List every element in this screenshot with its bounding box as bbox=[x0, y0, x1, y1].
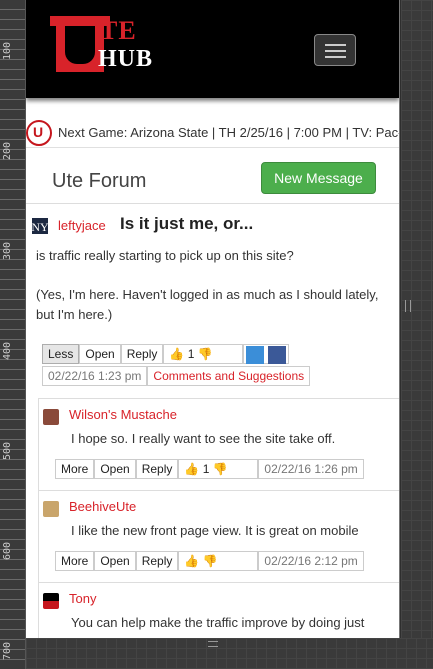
vertical-ruler: 100 200 300 400 500 600 700 bbox=[0, 0, 26, 669]
post-title[interactable]: Is it just me, or... bbox=[120, 214, 253, 234]
thumbs-up-icon[interactable]: 👍 bbox=[184, 554, 199, 568]
twitter-icon[interactable] bbox=[246, 345, 265, 364]
ruler-label: 600 bbox=[2, 541, 13, 560]
avatar bbox=[43, 501, 59, 517]
more-button[interactable]: More bbox=[55, 551, 95, 571]
thumbs-up-icon[interactable]: 👍 bbox=[169, 347, 184, 361]
open-button[interactable]: Open bbox=[79, 344, 121, 364]
reply-author-link[interactable]: Wilson's Mustache bbox=[69, 407, 177, 422]
hamburger-icon bbox=[325, 44, 346, 46]
canvas-bottom bbox=[26, 638, 433, 669]
ruler-label: 700 bbox=[2, 641, 13, 660]
vote-group: 👍 👎 bbox=[178, 551, 259, 571]
forum-header: Ute Forum New Message bbox=[26, 160, 399, 204]
ruler-label: 400 bbox=[2, 341, 13, 360]
ruler-label: 300 bbox=[2, 241, 13, 260]
ruler-label: 500 bbox=[2, 441, 13, 460]
post-meta: 02/22/16 1:23 pm Comments and Suggestion… bbox=[42, 366, 311, 386]
post-date: 02/22/16 1:23 pm bbox=[42, 366, 148, 386]
yankees-logo-icon: NY bbox=[31, 218, 49, 234]
reply-body: I like the new front page view. It is gr… bbox=[71, 523, 359, 538]
thumbs-up-icon[interactable]: 👍 bbox=[184, 462, 199, 476]
open-button[interactable]: Open bbox=[94, 551, 136, 571]
post-body: is traffic really starting to pick up on… bbox=[36, 246, 386, 344]
ruler-label: 200 bbox=[2, 141, 13, 160]
canvas-gutter bbox=[401, 0, 433, 669]
share-group bbox=[243, 344, 289, 364]
ruler-label: 100 bbox=[2, 41, 13, 60]
new-message-button[interactable]: New Message bbox=[261, 162, 376, 194]
logo-text-top: TE bbox=[100, 16, 137, 45]
like-count: 1 bbox=[187, 347, 195, 361]
reply-body: I hope so. I really want to see the site… bbox=[71, 431, 336, 446]
reply-date: 02/22/16 1:26 pm bbox=[258, 459, 364, 479]
hamburger-menu-button[interactable] bbox=[314, 34, 356, 66]
logo-text-bottom: HUB bbox=[98, 46, 154, 72]
more-button[interactable]: More bbox=[55, 459, 95, 479]
reply-item: BeehiveUte I like the new front page vie… bbox=[38, 490, 399, 582]
thumbs-down-icon[interactable]: 👎 bbox=[213, 462, 228, 476]
open-button[interactable]: Open bbox=[94, 459, 136, 479]
next-game-text: Next Game: Arizona State | TH 2/25/16 | … bbox=[58, 125, 400, 140]
utehub-logo[interactable]: TE HUB bbox=[50, 16, 166, 74]
thumbs-down-icon[interactable]: 👎 bbox=[203, 554, 218, 568]
avatar bbox=[43, 409, 59, 425]
reply-actions: More Open Reply 👍 1 👎 02/22/16 1:26 pm bbox=[55, 459, 364, 479]
post-actions: Less Open Reply 👍 1 👎 bbox=[42, 344, 289, 364]
reply-body: You can help make the traffic improve by… bbox=[71, 615, 365, 630]
device-viewport: TE HUB Next Game: Arizona State | TH 2/2… bbox=[26, 0, 400, 638]
like-count: 1 bbox=[202, 462, 210, 476]
category-link[interactable]: Comments and Suggestions bbox=[147, 366, 311, 386]
utes-logo-icon bbox=[26, 118, 52, 147]
vote-group: 👍 1 👎 bbox=[178, 459, 259, 479]
resize-handle-horizontal[interactable] bbox=[208, 641, 218, 647]
vote-group: 👍 1 👎 bbox=[163, 344, 244, 364]
hamburger-icon-bar bbox=[325, 50, 346, 52]
page-title: Ute Forum bbox=[52, 170, 147, 192]
thumbs-down-icon[interactable]: 👎 bbox=[198, 347, 213, 361]
less-button[interactable]: Less bbox=[42, 344, 80, 364]
post-paragraph: (Yes, I'm here. Haven't logged in as muc… bbox=[36, 287, 379, 322]
logo-u-mark bbox=[50, 16, 110, 72]
svg-text:NY: NY bbox=[32, 220, 48, 234]
post-author-link[interactable]: leftyjace bbox=[58, 218, 106, 233]
reply-item: Wilson's Mustache I hope so. I really wa… bbox=[38, 398, 399, 490]
reply-date: 02/22/16 2:12 pm bbox=[258, 551, 364, 571]
reply-button[interactable]: Reply bbox=[135, 551, 179, 571]
facebook-icon[interactable] bbox=[267, 345, 286, 364]
reply-author-link[interactable]: BeehiveUte bbox=[69, 499, 136, 514]
reply-author-link[interactable]: Tony bbox=[69, 591, 96, 606]
resize-handle-vertical[interactable] bbox=[405, 300, 411, 312]
avatar bbox=[43, 593, 59, 609]
post-paragraph: is traffic really starting to pick up on… bbox=[36, 248, 294, 263]
next-game-ticker[interactable]: Next Game: Arizona State | TH 2/25/16 | … bbox=[26, 118, 400, 148]
hamburger-icon-bar bbox=[325, 56, 346, 58]
navbar: TE HUB bbox=[26, 0, 399, 98]
reply-actions: More Open Reply 👍 👎 02/22/16 2:12 pm bbox=[55, 551, 364, 571]
reply-button[interactable]: Reply bbox=[135, 459, 179, 479]
reply-button[interactable]: Reply bbox=[120, 344, 164, 364]
avatar: NY bbox=[31, 218, 49, 234]
reply-item: Tony You can help make the traffic impro… bbox=[38, 582, 399, 638]
